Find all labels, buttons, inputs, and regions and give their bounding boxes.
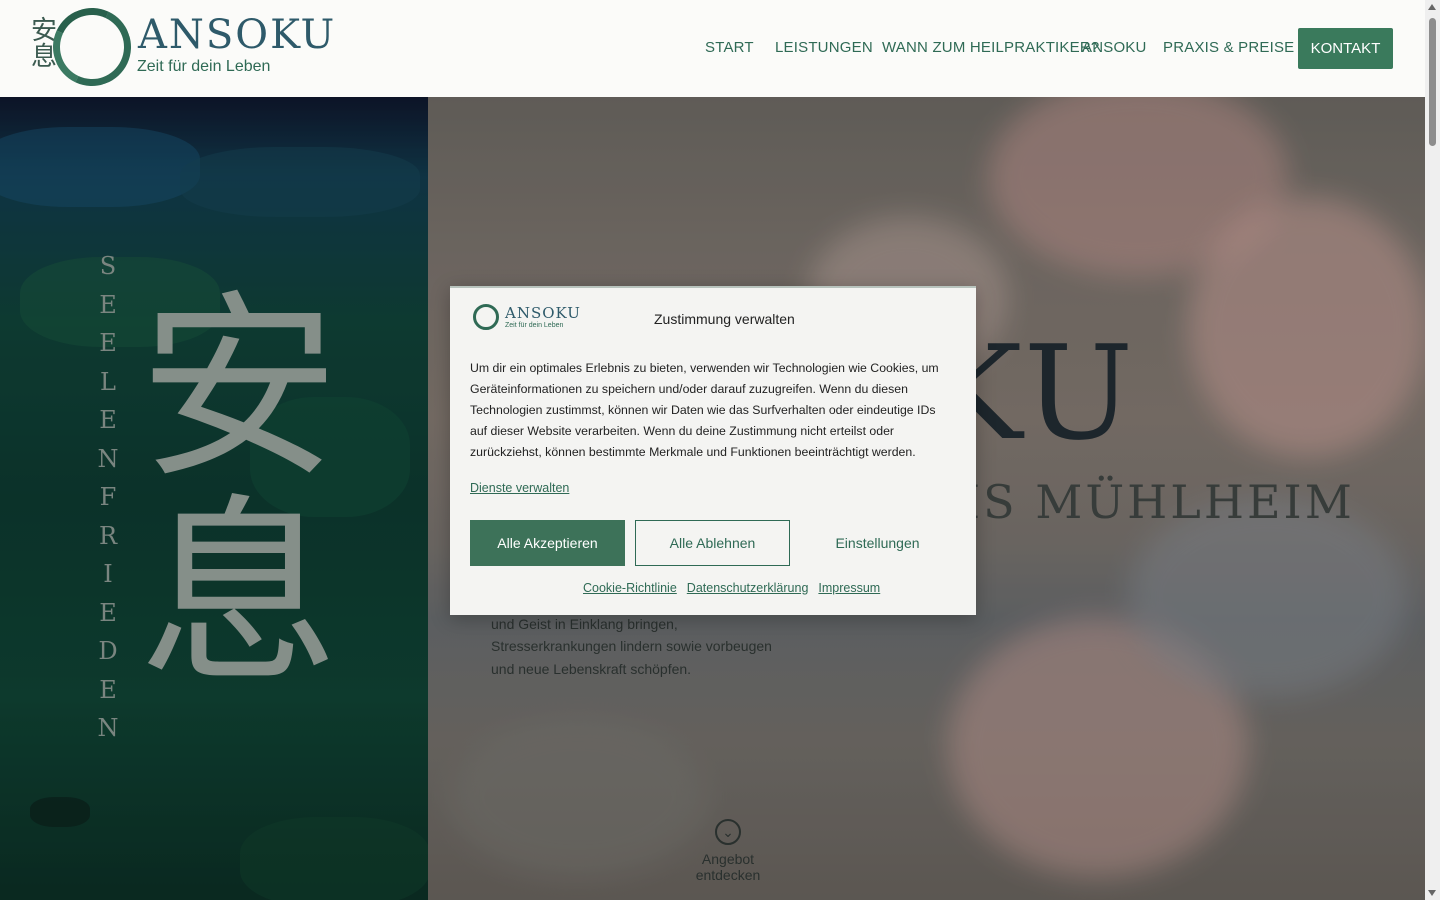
scroll-up-arrow-icon[interactable] [1428, 4, 1436, 10]
logo-tagline: Zeit für dein Leben [137, 58, 271, 75]
site-header: 安息 ANSOKU Zeit für dein Leben START LEIS… [0, 0, 1425, 97]
cookie-consent-dialog: ANSOKU Zeit für dein Leben Zustimmung ve… [450, 286, 976, 615]
privacy-policy-link[interactable]: Datenschutzerklärung [687, 581, 809, 595]
contact-button[interactable]: KONTAKT [1298, 28, 1393, 69]
settings-button[interactable]: Einstellungen [800, 520, 955, 566]
site-logo[interactable]: 安息 ANSOKU Zeit für dein Leben [31, 0, 341, 97]
manage-services-link[interactable]: Dienste verwalten [470, 481, 569, 495]
nav-item-ansoku[interactable]: ANSOKU [1082, 39, 1147, 56]
consent-title: Zustimmung verwalten [654, 311, 795, 327]
logo-enso-icon [42, 0, 142, 97]
scroll-down-arrow-icon[interactable] [1428, 890, 1436, 896]
nav-item-start[interactable]: START [705, 39, 754, 56]
imprint-link[interactable]: Impressum [818, 581, 880, 595]
page-scrollbar[interactable] [1425, 0, 1440, 900]
deny-all-button[interactable]: Alle Ablehnen [635, 520, 790, 566]
consent-logo-wordmark: ANSOKU [505, 304, 581, 322]
nav-item-wann-zum-heilpraktiker[interactable]: WANN ZUM HEILPRAKTIKER? [882, 39, 1099, 56]
consent-footer-links: Cookie-Richtlinie Datenschutzerklärung I… [583, 581, 880, 595]
logo-enso-icon [473, 304, 499, 330]
consent-description: Um dir ein optimales Erlebnis zu bieten,… [470, 361, 939, 459]
scroll-thumb[interactable] [1429, 18, 1436, 146]
consent-logo: ANSOKU Zeit für dein Leben [470, 304, 580, 332]
logo-wordmark: ANSOKU [138, 12, 337, 58]
nav-item-praxis-preise[interactable]: PRAXIS & PREISE [1163, 39, 1294, 56]
nav-item-leistungen[interactable]: LEISTUNGEN [775, 39, 873, 56]
accept-all-button[interactable]: Alle Akzeptieren [470, 520, 625, 566]
cookie-policy-link[interactable]: Cookie-Richtlinie [583, 581, 677, 595]
consent-logo-tagline: Zeit für dein Leben [505, 322, 564, 329]
